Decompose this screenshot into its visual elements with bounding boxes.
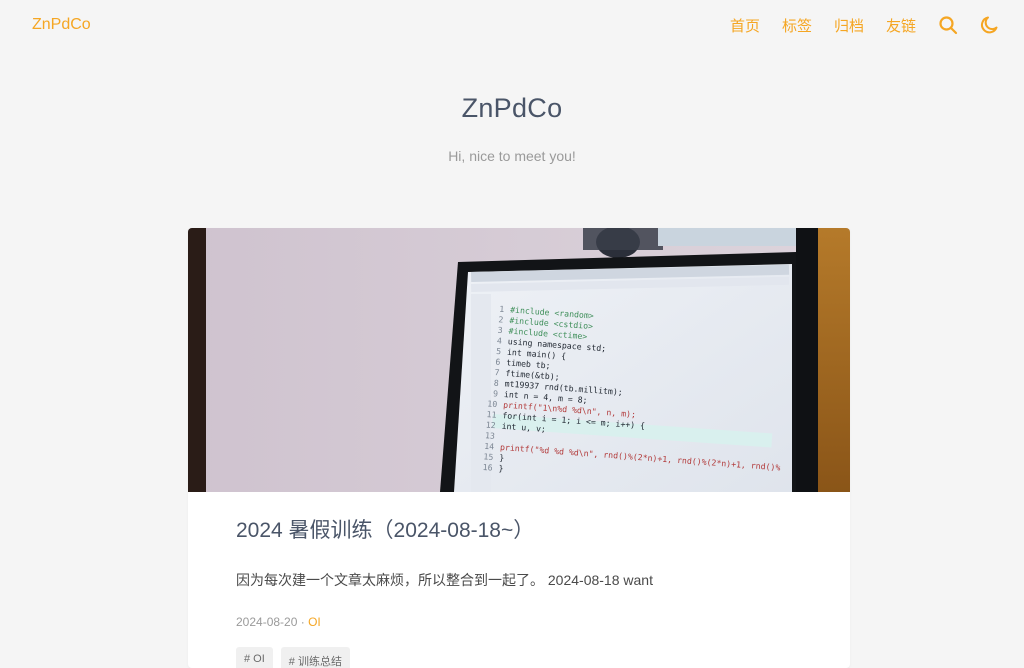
code-line: } — [499, 452, 505, 462]
code-line-number: 7 — [494, 367, 500, 377]
code-line-number: 15 — [483, 451, 494, 462]
nav-link-friends[interactable]: 友链 — [886, 15, 916, 36]
code-line-number: 11 — [486, 409, 497, 420]
code-line: } — [498, 463, 504, 473]
code-line-number: 1 — [499, 304, 505, 314]
site-subtitle: Hi, nice to meet you! — [448, 148, 576, 164]
moon-icon[interactable] — [980, 15, 1000, 35]
code-line-number: 4 — [497, 335, 503, 345]
post-meta: 2024-08-20 · OI — [236, 615, 802, 629]
code-line-number: 6 — [495, 357, 501, 367]
post-cover-image[interactable]: 1 #include <random>2 #include <cstdio>3 #in… — [188, 228, 850, 492]
code-line-number: 5 — [496, 346, 502, 356]
brand-link[interactable]: ZnPdCo — [32, 16, 91, 34]
nav-link-tags[interactable]: 标签 — [782, 15, 812, 36]
post-tags: # OI # 训练总结 — [236, 647, 802, 668]
code-line-number: 3 — [497, 325, 503, 335]
tag-training-summary[interactable]: # 训练总结 — [280, 647, 350, 668]
post-title-link[interactable]: 2024 暑假训练（2024-08-18~） — [236, 514, 802, 544]
meta-separator: · — [297, 615, 309, 629]
code-line-number: 16 — [482, 462, 493, 473]
tag-oi[interactable]: # OI — [236, 647, 273, 668]
post-card: 1 #include <random> 2 #include <cstdio> 3 #in… — [188, 228, 850, 668]
hero-section: ZnPdCo Hi, nice to meet you! — [0, 93, 1024, 164]
code-line-number: 10 — [487, 398, 498, 409]
post-excerpt: 因为每次建一个文章太麻烦，所以整合到一起了。 2024-08-18 want — [236, 572, 653, 588]
nav-link-archive[interactable]: 归档 — [834, 15, 864, 36]
code-line-number: 9 — [493, 388, 499, 398]
top-navbar: ZnPdCo 首页 标签 归档 友链 — [0, 0, 1024, 50]
search-icon[interactable] — [938, 15, 958, 35]
code-line-number: 12 — [485, 420, 496, 431]
site-title: ZnPdCo — [461, 93, 563, 123]
post-date: 2024-08-20 — [236, 615, 298, 629]
nav-menu: 首页 标签 归档 友链 — [730, 15, 1000, 36]
post-card-body: 2024 暑假训练（2024-08-18~） 因为每次建一个文章太麻烦，所以整合… — [188, 514, 850, 668]
code-line-number: 13 — [485, 430, 496, 441]
post-category-link[interactable]: OI — [308, 615, 321, 629]
code-line-number: 2 — [498, 314, 504, 324]
nav-link-home[interactable]: 首页 — [730, 15, 760, 36]
code-line-number: 14 — [484, 441, 495, 452]
code-line-number: 8 — [493, 378, 499, 388]
